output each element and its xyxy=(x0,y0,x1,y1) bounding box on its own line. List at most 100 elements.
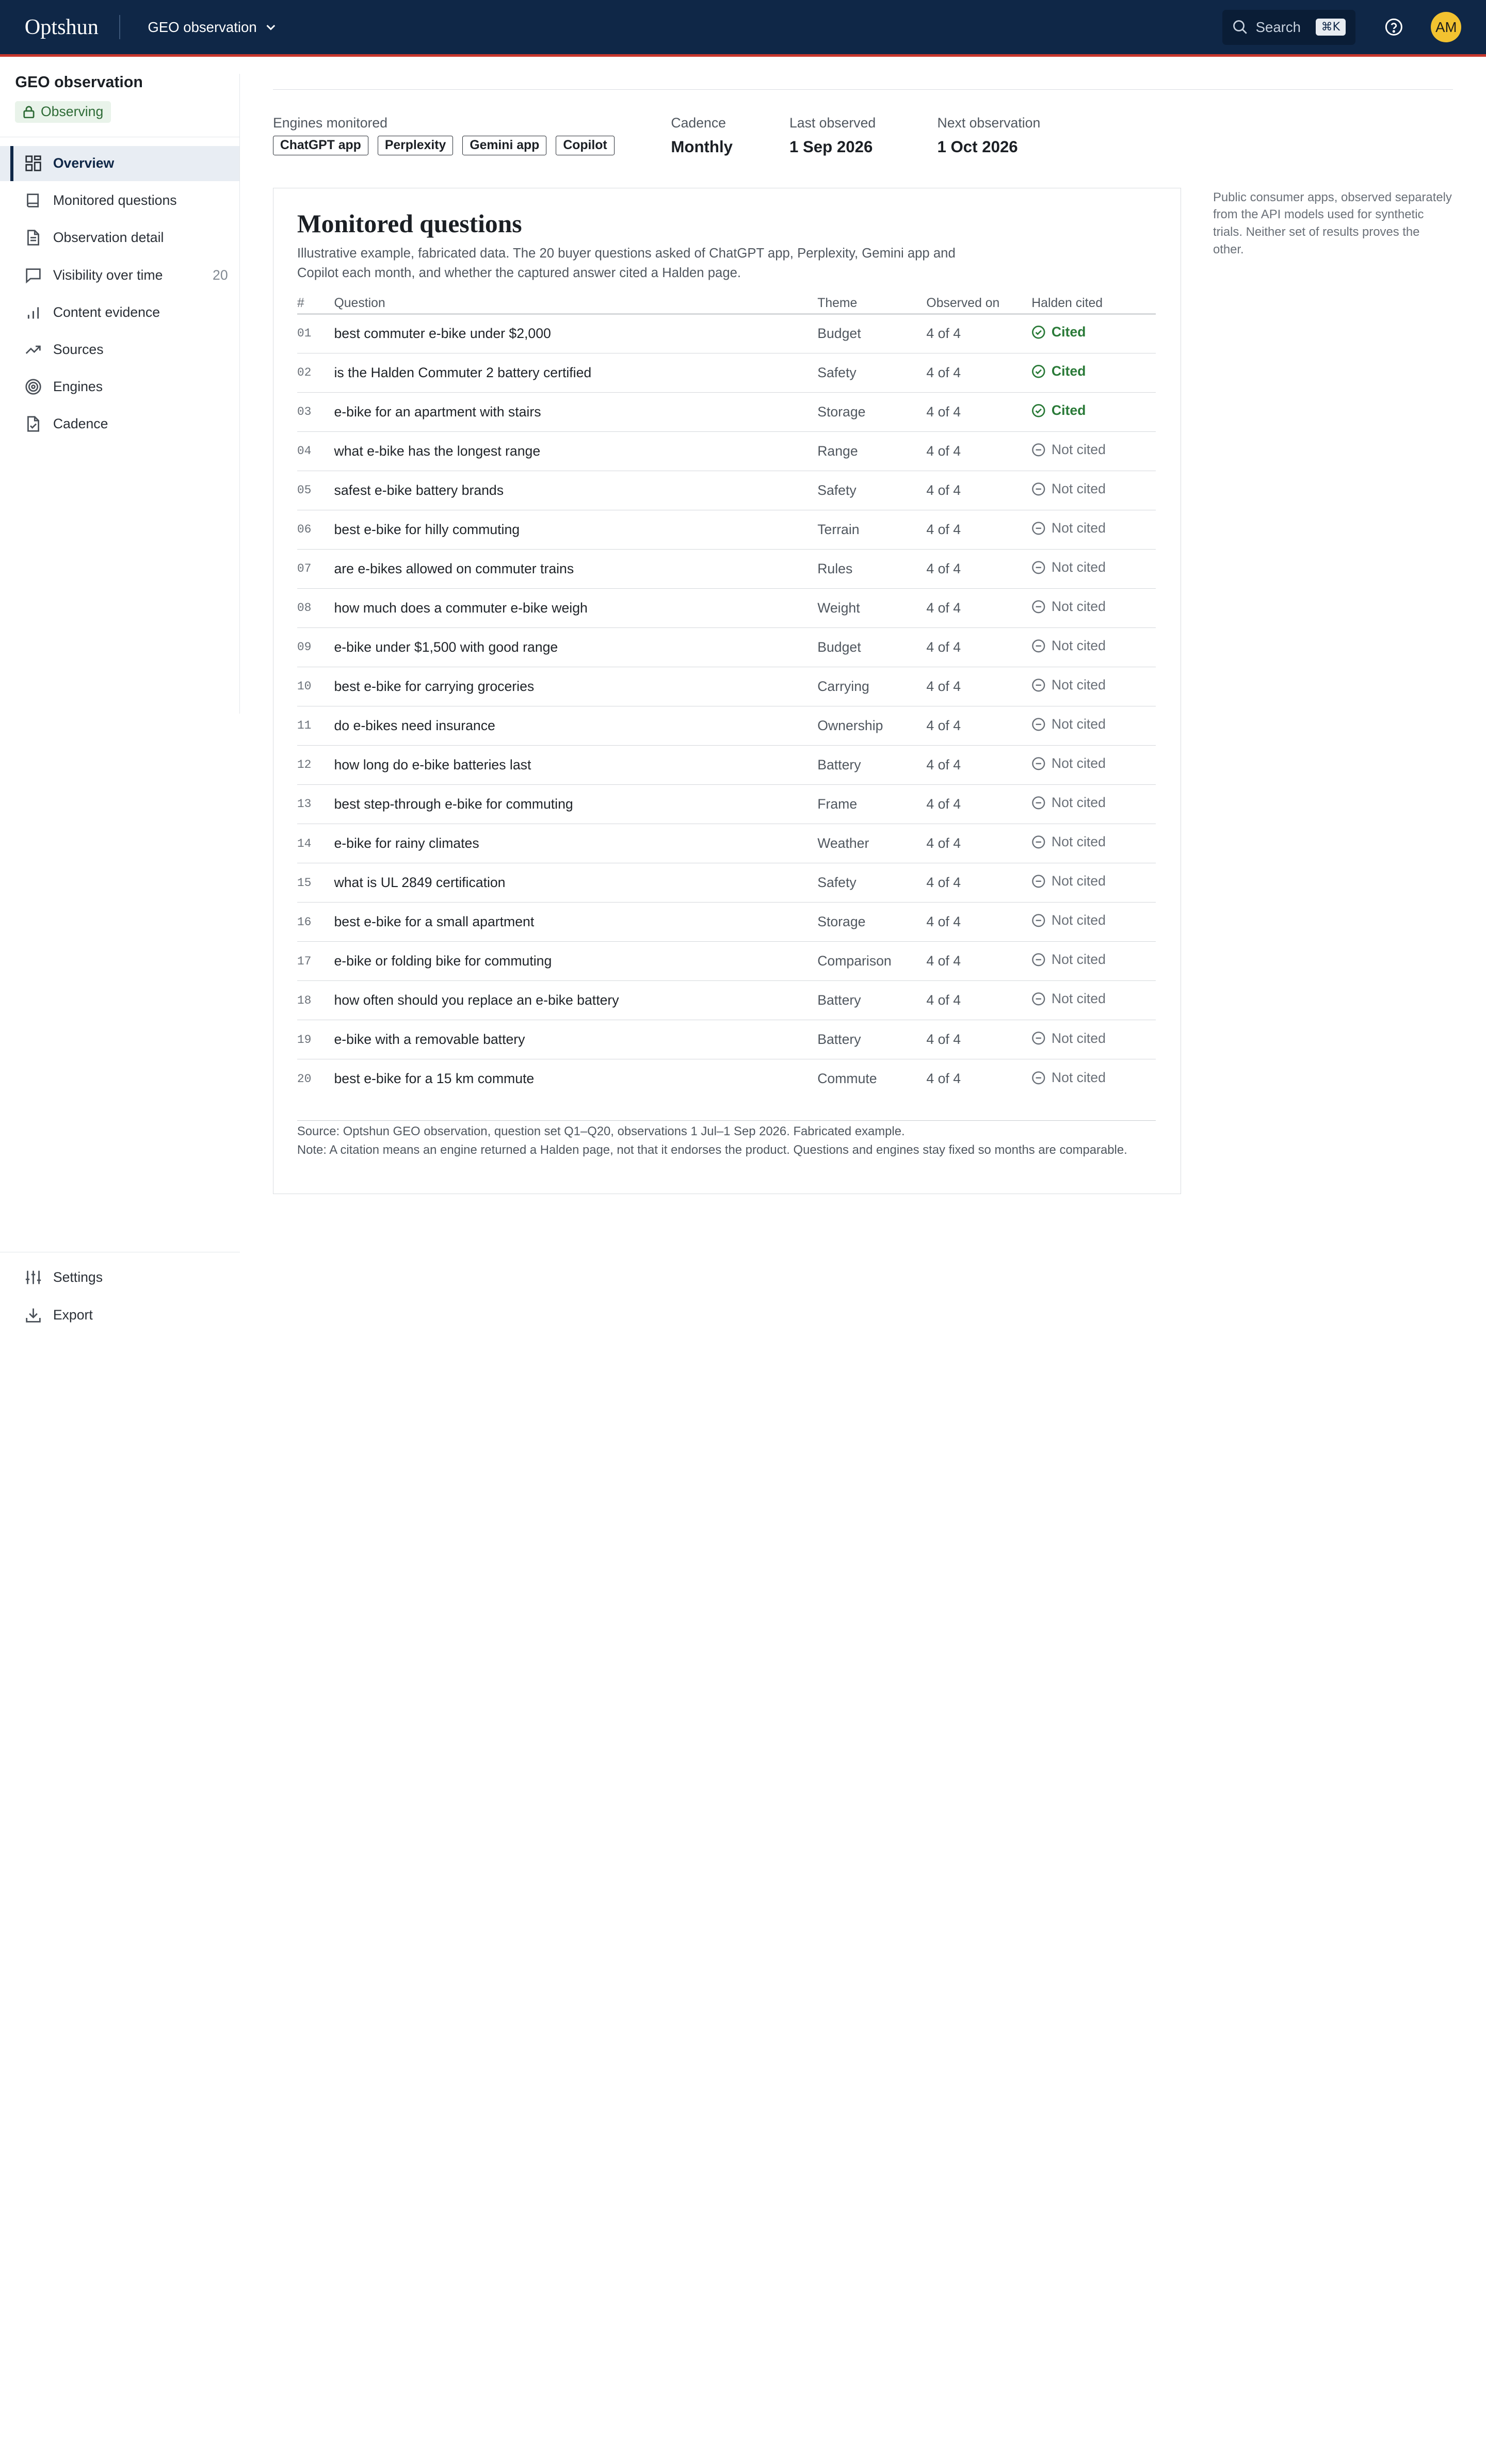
minus-circle-icon xyxy=(1032,914,1045,927)
question-theme: Storage xyxy=(817,392,927,432)
table-row[interactable]: 16 best e-bike for a small apartment Stora… xyxy=(297,902,1156,942)
table-row[interactable]: 18 how often should you replace an e-bike… xyxy=(297,980,1156,1021)
question-theme: Carrying xyxy=(817,667,927,706)
cited-label: Not cited xyxy=(1051,952,1106,968)
minus-circle-icon xyxy=(1032,639,1045,653)
question-theme: Comparison xyxy=(817,941,927,981)
sidebar-item-cadence[interactable]: Cadence xyxy=(0,407,239,442)
question-text: best commuter e-bike under $2,000 xyxy=(334,314,818,353)
question-text: how often should you replace an e-bike b… xyxy=(334,980,818,1021)
engines-label: Engines monitored xyxy=(272,115,387,131)
table-row[interactable]: 12 how long do e-bike batteries last Batte… xyxy=(297,745,1156,785)
trend-icon xyxy=(25,345,41,354)
cited-label: Not cited xyxy=(1051,520,1106,536)
sidebar-item-settings[interactable]: Settings xyxy=(0,1260,240,1295)
cited-cell: Not cited xyxy=(1031,863,1156,903)
sidebar-item-observation-detail[interactable]: Observation detail xyxy=(0,220,239,255)
table-row[interactable]: 05 safest e-bike battery brands Safety 4 of… xyxy=(297,471,1156,510)
sidebar-item-content-evidence[interactable]: Content evidence xyxy=(0,295,239,330)
cited-status: Not cited xyxy=(1031,873,1106,889)
sidebar-item-visibility-over-time[interactable]: Visibility over time 20 xyxy=(0,257,239,293)
context-label: GEO observation xyxy=(148,19,257,35)
question-number: 06 xyxy=(297,510,334,550)
context-switcher[interactable]: GEO observation xyxy=(148,19,278,36)
cited-cell: Not cited xyxy=(1031,902,1156,942)
cited-label: Not cited xyxy=(1051,677,1106,693)
table-row[interactable]: 01 best commuter e-bike under $2,000 Budge… xyxy=(297,314,1156,353)
bar-chart-icon xyxy=(27,307,39,319)
observed-count: 4 of 4 xyxy=(926,510,1032,550)
table-row[interactable]: 09 e-bike under $1,500 with good range Bud… xyxy=(297,627,1156,667)
sidebar-item-overview[interactable]: Overview xyxy=(0,146,239,181)
cited-label: Not cited xyxy=(1051,991,1106,1007)
cited-label: Cited xyxy=(1051,402,1086,418)
question-number: 13 xyxy=(297,784,334,824)
table-row[interactable]: 14 e-bike for rainy climates Weather 4 of 4… xyxy=(297,824,1156,864)
question-theme: Battery xyxy=(817,980,927,1021)
cited-label: Not cited xyxy=(1051,1030,1106,1046)
table-row[interactable]: 11 do e-bikes need insurance Ownership 4 of… xyxy=(297,706,1156,746)
table-row[interactable]: 17 e-bike or folding bike for commuting Co… xyxy=(297,941,1156,981)
question-text: best e-bike for carrying groceries xyxy=(334,667,818,706)
table-row[interactable]: 19 e-bike with a removable battery Battery… xyxy=(297,1020,1156,1060)
search-button[interactable]: Search ⌘K xyxy=(1222,9,1355,45)
question-theme: Range xyxy=(817,431,927,471)
table-row[interactable]: 07 are e-bikes allowed on commuter trains… xyxy=(297,549,1156,589)
download-icon xyxy=(26,1308,41,1323)
document-icon xyxy=(27,230,39,246)
table-row[interactable]: 02 is the Halden Commuter 2 battery certi… xyxy=(297,353,1156,393)
observed-count: 4 of 4 xyxy=(926,667,1032,706)
minus-circle-icon xyxy=(1032,561,1045,574)
table-row[interactable]: 06 best e-bike for hilly commuting Terrain… xyxy=(297,510,1156,550)
table-row[interactable]: 10 best e-bike for carrying groceries Carr… xyxy=(297,667,1156,706)
observed-count: 4 of 4 xyxy=(926,745,1032,785)
minus-circle-icon xyxy=(1032,443,1045,457)
sidebar-item-engines[interactable]: Engines xyxy=(0,369,239,405)
observed-count: 4 of 4 xyxy=(926,627,1032,667)
cited-status: Not cited xyxy=(1031,834,1106,850)
book-icon xyxy=(26,194,39,208)
table-row[interactable]: 08 how much does a commuter e-bike weigh W… xyxy=(297,588,1156,628)
sidebar-item-monitored-questions[interactable]: Monitored questions xyxy=(0,183,239,218)
main-content: Engines monitored ChatGPT app Perplexity… xyxy=(272,57,1453,1195)
minus-circle-icon xyxy=(1032,600,1045,614)
avatar[interactable]: AM xyxy=(1431,12,1462,42)
sidebar-item-label: Content evidence xyxy=(53,304,160,320)
cited-status: Not cited xyxy=(1031,716,1106,732)
cited-cell: Cited xyxy=(1031,314,1156,353)
cited-label: Not cited xyxy=(1051,638,1106,654)
help-icon xyxy=(1385,19,1403,36)
card-footnotes: Source: Optshun GEO observation, questio… xyxy=(297,1120,1156,1158)
cited-label: Cited xyxy=(1051,324,1086,340)
column-header-question: Question xyxy=(334,296,818,314)
help-button[interactable] xyxy=(1384,17,1404,37)
card-description: Illustrative example, fabricated data. T… xyxy=(297,246,956,280)
minus-circle-icon xyxy=(1032,522,1045,535)
question-number: 09 xyxy=(297,627,334,667)
question-text: e-bike with a removable battery xyxy=(334,1020,818,1060)
minus-circle-icon xyxy=(1032,992,1045,1006)
table-row[interactable]: 03 e-bike for an apartment with stairs Sto… xyxy=(297,392,1156,432)
last-observed-block: Last observed 1 Sep 2026 xyxy=(789,115,938,156)
cited-status: Not cited xyxy=(1031,1070,1106,1086)
cited-status: Not cited xyxy=(1031,1030,1106,1046)
check-circle-icon xyxy=(1032,404,1045,417)
table-row[interactable]: 20 best e-bike for a 15 km commute Commute… xyxy=(297,1059,1156,1099)
table-row[interactable]: 04 what e-bike has the longest range Range… xyxy=(297,431,1156,471)
observed-count: 4 of 4 xyxy=(926,314,1032,353)
table-row[interactable]: 13 best step-through e-bike for commuting… xyxy=(297,784,1156,824)
brand-logo[interactable]: Optshun xyxy=(25,14,99,40)
cited-label: Not cited xyxy=(1051,834,1106,850)
sidebar-item-sources[interactable]: Sources xyxy=(0,332,239,367)
question-number: 14 xyxy=(297,824,334,864)
sidebar-item-export[interactable]: Export xyxy=(0,1297,240,1332)
cited-label: Not cited xyxy=(1051,599,1106,615)
source-note: Source: Optshun GEO observation, questio… xyxy=(297,1124,905,1139)
sidebar-nav: Overview Monitored questions Observation… xyxy=(0,146,239,442)
question-number: 18 xyxy=(297,980,334,1021)
cited-cell: Not cited xyxy=(1031,549,1156,589)
table-row[interactable]: 15 what is UL 2849 certification Safety 4 o… xyxy=(297,863,1156,903)
engine-chip: Perplexity xyxy=(377,136,454,155)
status-label: Observing xyxy=(40,104,104,120)
observed-count: 4 of 4 xyxy=(926,902,1032,942)
